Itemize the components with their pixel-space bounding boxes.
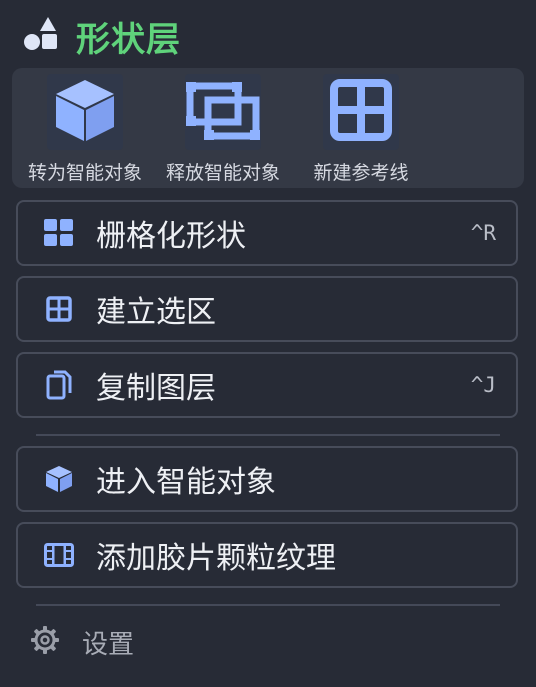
copy-icon (44, 370, 74, 400)
duplicate-layer-item[interactable]: 复制图层 ^J (16, 352, 518, 418)
settings-item[interactable]: 设置 (30, 624, 134, 660)
film-icon (44, 540, 74, 570)
rasterize-shape-label: 栅格化形状 (96, 219, 246, 254)
duplicate-layer-label: 复制图层 (96, 371, 216, 406)
new-guide-label: 新建参考线 (313, 162, 409, 184)
new-guide-button[interactable]: 新建参考线 (292, 74, 430, 185)
grid-icon (329, 78, 393, 146)
rasterize-shape-item[interactable]: 栅格化形状 ^R (16, 200, 518, 266)
quick-actions-panel: 转为智能对象 释放智能对象 新建参考线 (12, 68, 524, 188)
enter-smart-object-label: 进入智能对象 (96, 465, 276, 500)
make-selection-item[interactable]: 建立选区 (16, 276, 518, 342)
enter-smart-object-item[interactable]: 进入智能对象 (16, 446, 518, 512)
release-smart-object-label: 释放智能对象 (165, 162, 280, 184)
gear-icon (30, 625, 60, 659)
convert-smart-object-button[interactable]: 转为智能对象 (16, 74, 154, 185)
cube-icon (50, 75, 120, 149)
panel-title: 形状层 (76, 19, 181, 60)
release-smart-object-button[interactable]: 释放智能对象 (154, 74, 292, 185)
add-film-grain-item[interactable]: 添加胶片颗粒纹理 (16, 522, 518, 588)
selection-grid-icon (44, 294, 74, 324)
rasterize-shortcut: ^R (470, 221, 496, 245)
duplicate-shortcut: ^J (470, 373, 496, 397)
release-icon (186, 78, 260, 146)
settings-label: 设置 (82, 629, 135, 660)
convert-smart-object-label: 转为智能对象 (27, 162, 142, 184)
rasterize-icon (44, 218, 74, 248)
cube-icon (44, 464, 74, 494)
add-film-grain-label: 添加胶片颗粒纹理 (96, 541, 336, 576)
settings-divider (36, 604, 500, 606)
make-selection-label: 建立选区 (96, 295, 216, 330)
shapes-icon (22, 15, 60, 57)
menu-divider (36, 434, 500, 436)
panel-header: 形状层 (22, 14, 181, 60)
